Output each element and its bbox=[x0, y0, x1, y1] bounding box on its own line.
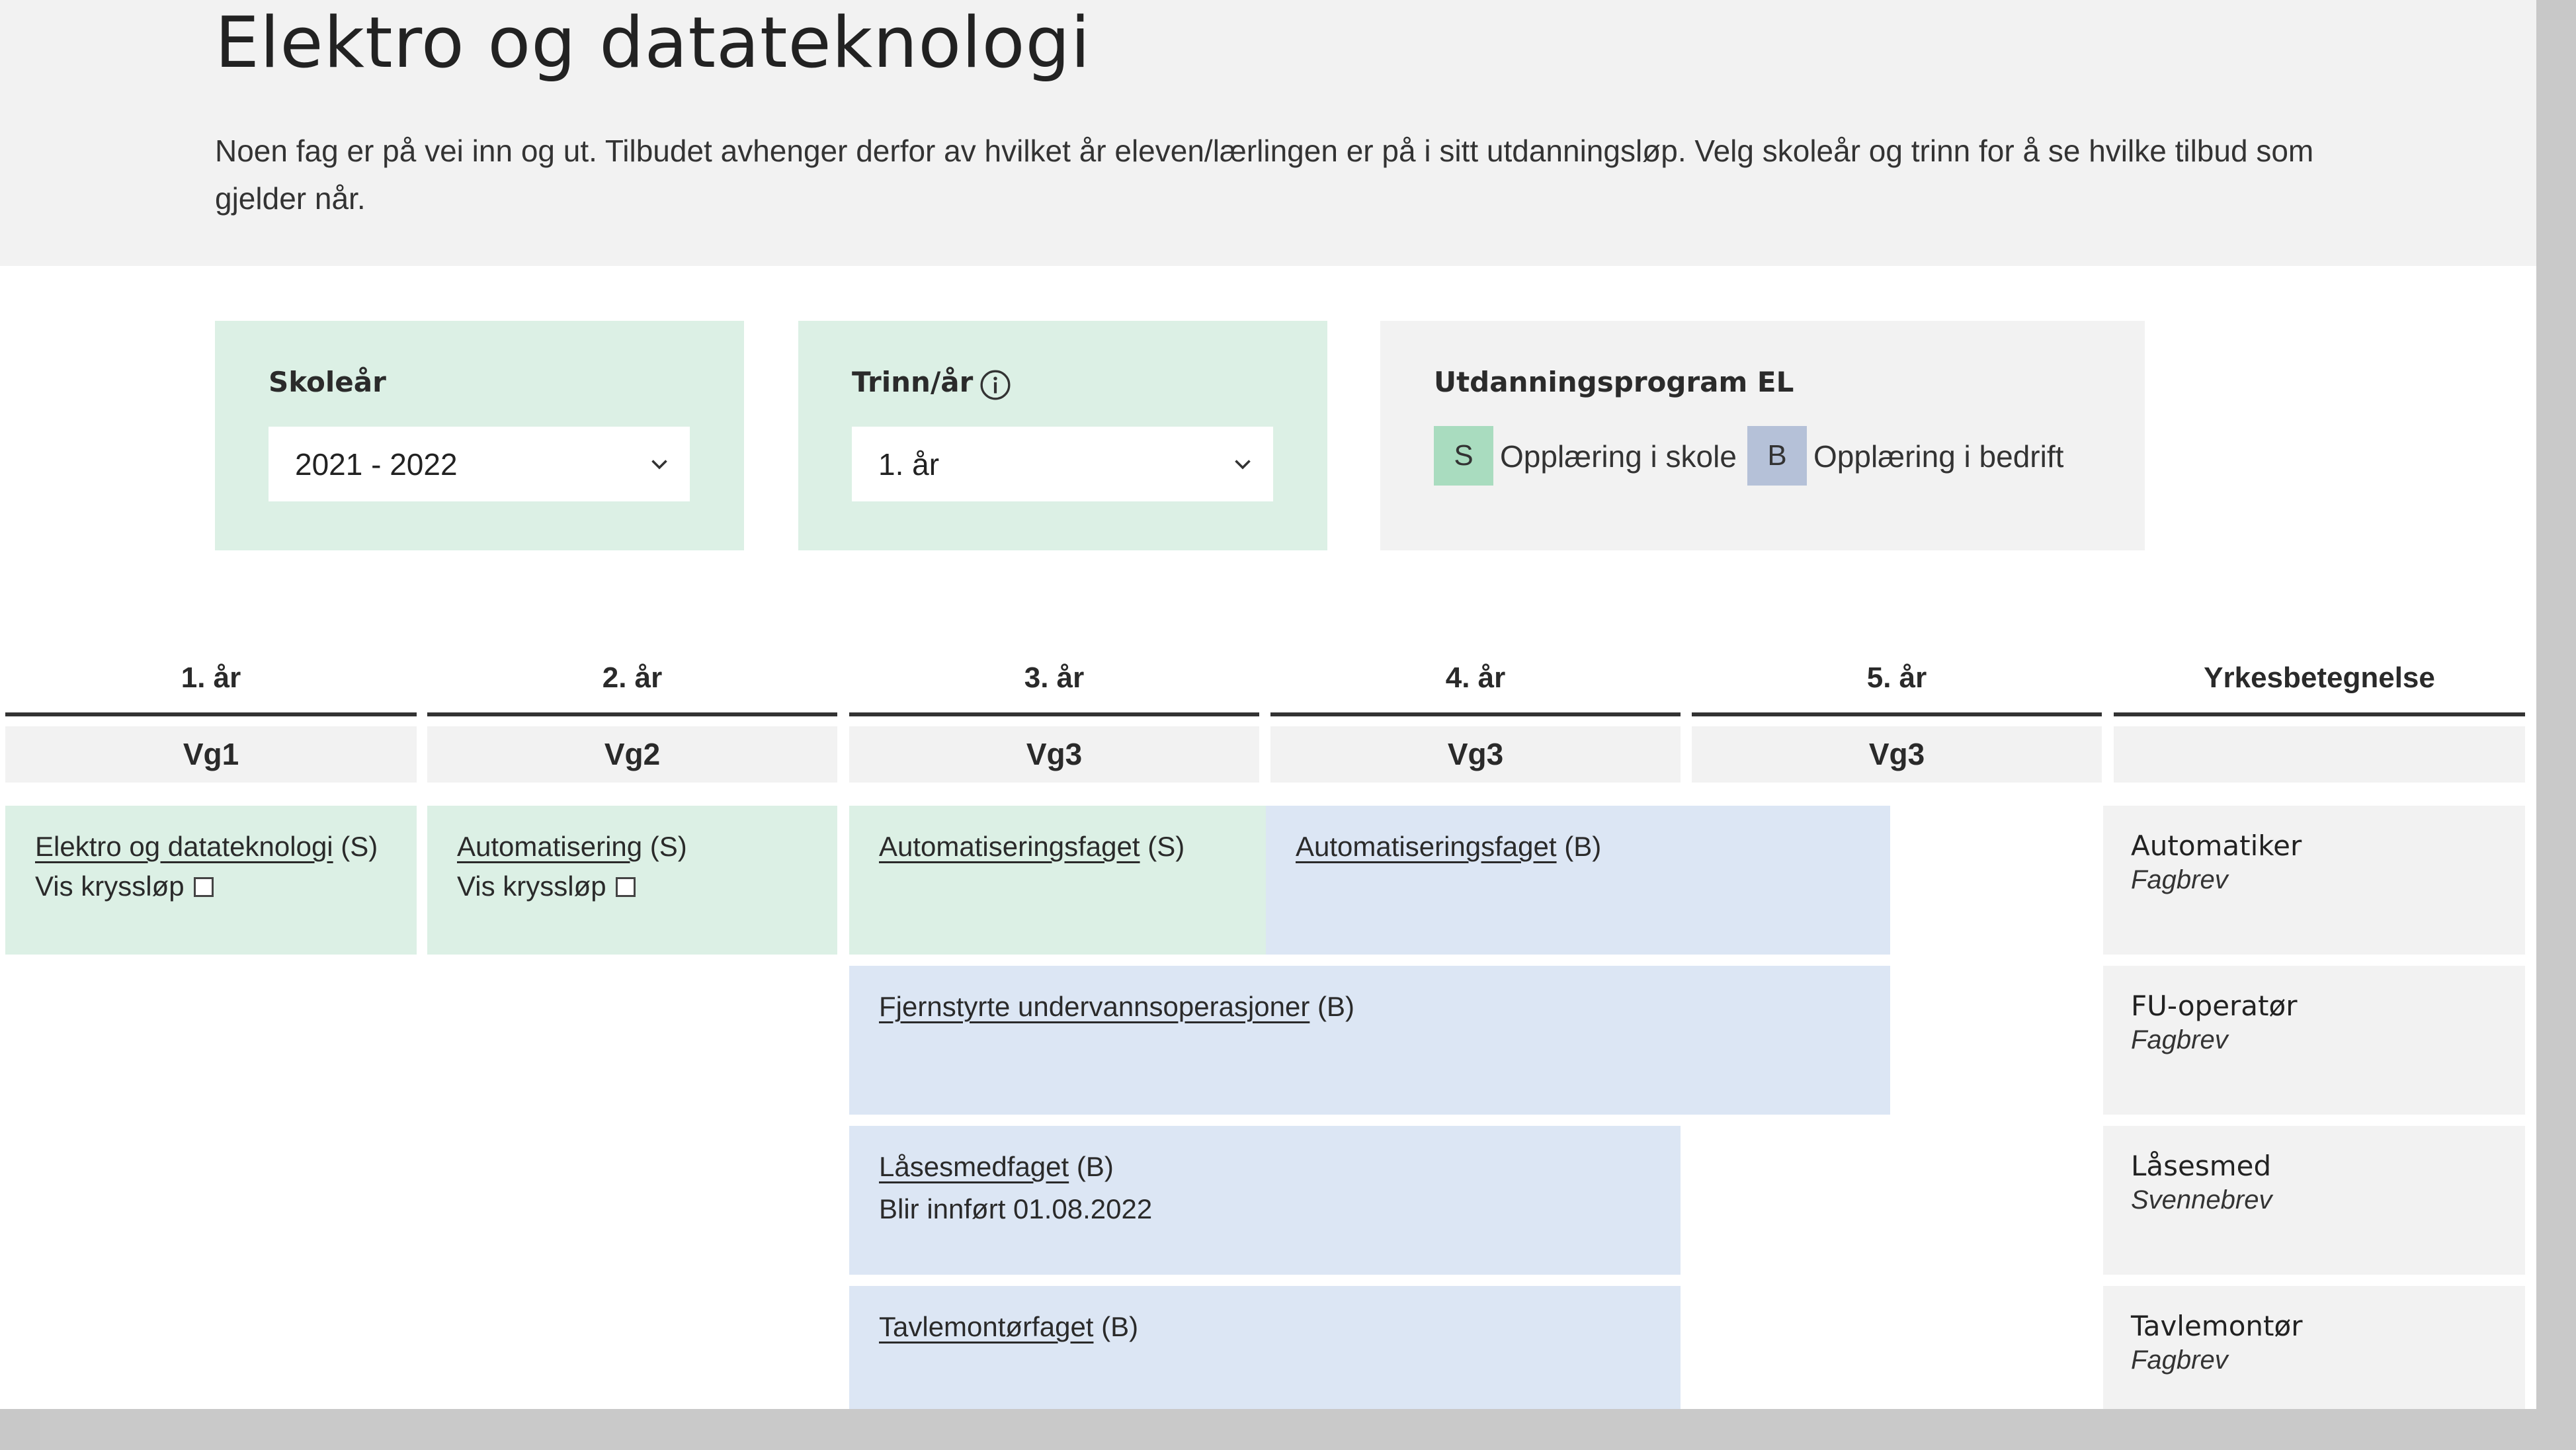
certificate-type: Fagbrev bbox=[2131, 1025, 2228, 1054]
profession-lasesmed: Låsesmed Svennebrev bbox=[2103, 1126, 2525, 1275]
page-shadow bbox=[40, 1409, 2576, 1450]
page-title: Elektro og datateknologi bbox=[215, 2, 1091, 83]
program-link-automatiseringsfaget[interactable]: Automatiseringsfaget bbox=[879, 831, 1140, 862]
profession-name: Låsesmed bbox=[2131, 1150, 2272, 1182]
profession-name: Automatiker bbox=[2131, 830, 2302, 862]
intro-text: Noen fag er på vei inn og ut. Tilbudet a… bbox=[215, 134, 2314, 216]
program-title: Tavlemontørfaget (B) bbox=[879, 1311, 1138, 1343]
page-shadow bbox=[2536, 20, 2576, 1450]
cross-path-toggle[interactable]: Vis kryssløp bbox=[35, 871, 214, 902]
level-vg3: Vg3 bbox=[1692, 726, 2102, 783]
program-block-vg1: Elektro og datateknologi (S) Vis krysslø… bbox=[5, 806, 417, 955]
column-divider bbox=[849, 712, 1259, 716]
column-divider bbox=[1692, 712, 2102, 716]
program-title: Automatisering (S) bbox=[457, 831, 687, 863]
program-title: Elektro og datateknologi (S) bbox=[35, 831, 378, 863]
level-vg3: Vg3 bbox=[1270, 726, 1681, 783]
legend-school-badge: S bbox=[1434, 426, 1493, 486]
page: Elektro og datateknologi Noen fag er på … bbox=[0, 0, 2536, 1409]
school-year-value: 2021 - 2022 bbox=[295, 447, 458, 482]
step-value: 1. år bbox=[878, 447, 940, 482]
certificate-type: Fagbrev bbox=[2131, 865, 2228, 894]
profession-name: FU-operatør bbox=[2131, 990, 2298, 1022]
column-header-year-4: 4. år bbox=[1445, 661, 1506, 694]
page-header: Elektro og datateknologi Noen fag er på … bbox=[0, 0, 2536, 266]
level-vg2: Vg2 bbox=[427, 726, 837, 783]
school-year-label: Skoleår bbox=[269, 366, 386, 398]
program-link-elektro[interactable]: Elektro og datateknologi bbox=[35, 831, 333, 862]
column-header-year-1: 1. år bbox=[181, 661, 241, 694]
step-filter: Trinn/år 1. år bbox=[798, 321, 1327, 550]
column-header-year-3: 3. år bbox=[1024, 661, 1085, 694]
column-header-year-5: 5. år bbox=[1866, 661, 1927, 694]
profession-name: Tavlemontør bbox=[2131, 1310, 2303, 1342]
school-year-filter: Skoleår 2021 - 2022 bbox=[215, 321, 744, 550]
program-link-automatisering[interactable]: Automatisering bbox=[457, 831, 642, 862]
program-block-vg2: Automatisering (S) Vis kryssløp bbox=[427, 806, 837, 955]
step-label: Trinn/år bbox=[852, 366, 974, 398]
legend-school-label: Opplæring i skole bbox=[1500, 439, 1737, 474]
program-type: (S) bbox=[1140, 831, 1185, 862]
program-type: (B) bbox=[1069, 1151, 1114, 1182]
profession-automatiker: Automatiker Fagbrev bbox=[2103, 806, 2525, 955]
info-icon[interactable] bbox=[979, 368, 1012, 402]
program-type: (B) bbox=[1309, 991, 1355, 1022]
program-title: Fjernstyrte undervannsoperasjoner (B) bbox=[879, 991, 1354, 1023]
column-divider bbox=[1270, 712, 1681, 716]
step-select[interactable]: 1. år bbox=[852, 427, 1273, 501]
program-type: (S) bbox=[642, 831, 687, 862]
program-type: (B) bbox=[1093, 1311, 1139, 1342]
program-type: (B) bbox=[1556, 831, 1602, 862]
column-divider bbox=[5, 712, 417, 716]
program-block-lasesmedfaget: Låsesmedfaget (B) Blir innført 01.08.202… bbox=[849, 1126, 1681, 1275]
level-vg1: Vg1 bbox=[5, 726, 417, 783]
legend-panel: Utdanningsprogram EL S Opplæring i skole… bbox=[1380, 321, 2145, 550]
column-divider bbox=[427, 712, 837, 716]
profession-fu-operator: FU-operatør Fagbrev bbox=[2103, 966, 2525, 1115]
certificate-type: Fagbrev bbox=[2131, 1345, 2228, 1375]
program-title: Låsesmedfaget (B) bbox=[879, 1151, 1114, 1183]
program-type: (S) bbox=[333, 831, 378, 862]
chevron-down-icon bbox=[1235, 460, 1251, 470]
column-header-profession: Yrkesbetegnelse bbox=[2204, 661, 2435, 694]
legend-title: Utdanningsprogram EL bbox=[1434, 366, 1794, 398]
program-title: Automatiseringsfaget (S) bbox=[879, 831, 1184, 863]
certificate-type: Svennebrev bbox=[2131, 1185, 2272, 1215]
program-link-tavlemontorfaget[interactable]: Tavlemontørfaget bbox=[879, 1311, 1093, 1342]
program-block-automatiseringsfaget-company: Automatiseringsfaget (B) bbox=[1266, 806, 1890, 955]
cross-path-toggle[interactable]: Vis kryssløp bbox=[457, 871, 636, 902]
program-link-automatiseringsfaget[interactable]: Automatiseringsfaget bbox=[1296, 831, 1557, 862]
introduction-note: Blir innført 01.08.2022 bbox=[879, 1193, 1153, 1224]
school-year-select[interactable]: 2021 - 2022 bbox=[269, 427, 690, 501]
level-profession bbox=[2114, 726, 2525, 783]
cross-path-label: Vis kryssløp bbox=[457, 871, 606, 902]
cross-path-checkbox[interactable] bbox=[615, 877, 636, 897]
cross-path-checkbox[interactable] bbox=[193, 877, 214, 897]
column-divider bbox=[2114, 712, 2525, 716]
level-vg3: Vg3 bbox=[849, 726, 1259, 783]
cross-path-label: Vis kryssløp bbox=[35, 871, 185, 902]
legend-company-label: Opplæring i bedrift bbox=[1813, 439, 2064, 474]
program-link-fjernstyrte[interactable]: Fjernstyrte undervannsoperasjoner bbox=[879, 991, 1309, 1022]
program-title: Automatiseringsfaget (B) bbox=[1296, 831, 1601, 863]
program-link-lasesmedfaget[interactable]: Låsesmedfaget bbox=[879, 1151, 1069, 1182]
program-block-tavlemontorfaget: Tavlemontørfaget (B) bbox=[849, 1286, 1681, 1409]
legend-company-badge: B bbox=[1747, 426, 1807, 486]
program-block-fjernstyrte: Fjernstyrte undervannsoperasjoner (B) bbox=[849, 966, 1890, 1115]
program-block-automatiseringsfaget-school: Automatiseringsfaget (S) bbox=[849, 806, 1266, 955]
column-header-year-2: 2. år bbox=[602, 661, 663, 694]
profession-tavlemontor: Tavlemontør Fagbrev bbox=[2103, 1286, 2525, 1409]
chevron-down-icon bbox=[651, 460, 667, 470]
